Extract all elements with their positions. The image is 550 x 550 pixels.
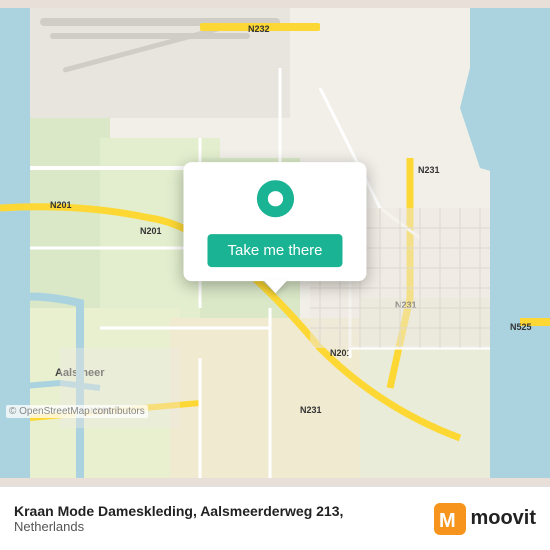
moovit-logo-icon: M [434,503,466,535]
moovit-brand-text: moovit [470,507,536,530]
svg-text:M: M [439,510,456,532]
location-name: Kraan Mode Dameskleding, Aalsmeerderweg … [14,503,343,519]
footer-text-block: Kraan Mode Dameskleding, Aalsmeerderweg … [14,503,343,534]
svg-text:N525: N525 [510,322,532,332]
osm-credit-text: © OpenStreetMap contributors [9,406,145,417]
svg-text:N231: N231 [418,165,440,175]
svg-text:N201: N201 [50,200,72,210]
map-container: N232 N201 N201 N201 N231 N231 N231 N196 … [0,0,550,486]
location-pin-icon [253,180,297,224]
take-me-there-button[interactable]: Take me there [207,234,342,267]
svg-text:N232: N232 [248,24,270,34]
svg-text:N201: N201 [140,226,162,236]
location-country: Netherlands [14,519,343,534]
svg-text:N231: N231 [300,405,322,415]
footer: Kraan Mode Dameskleding, Aalsmeerderweg … [0,486,550,550]
osm-credit: © OpenStreetMap contributors [6,405,148,418]
svg-text:N201: N201 [330,348,352,358]
moovit-logo: M moovit [434,503,536,535]
app-container: N232 N201 N201 N201 N231 N231 N231 N196 … [0,0,550,550]
location-popup: Take me there [183,162,366,281]
